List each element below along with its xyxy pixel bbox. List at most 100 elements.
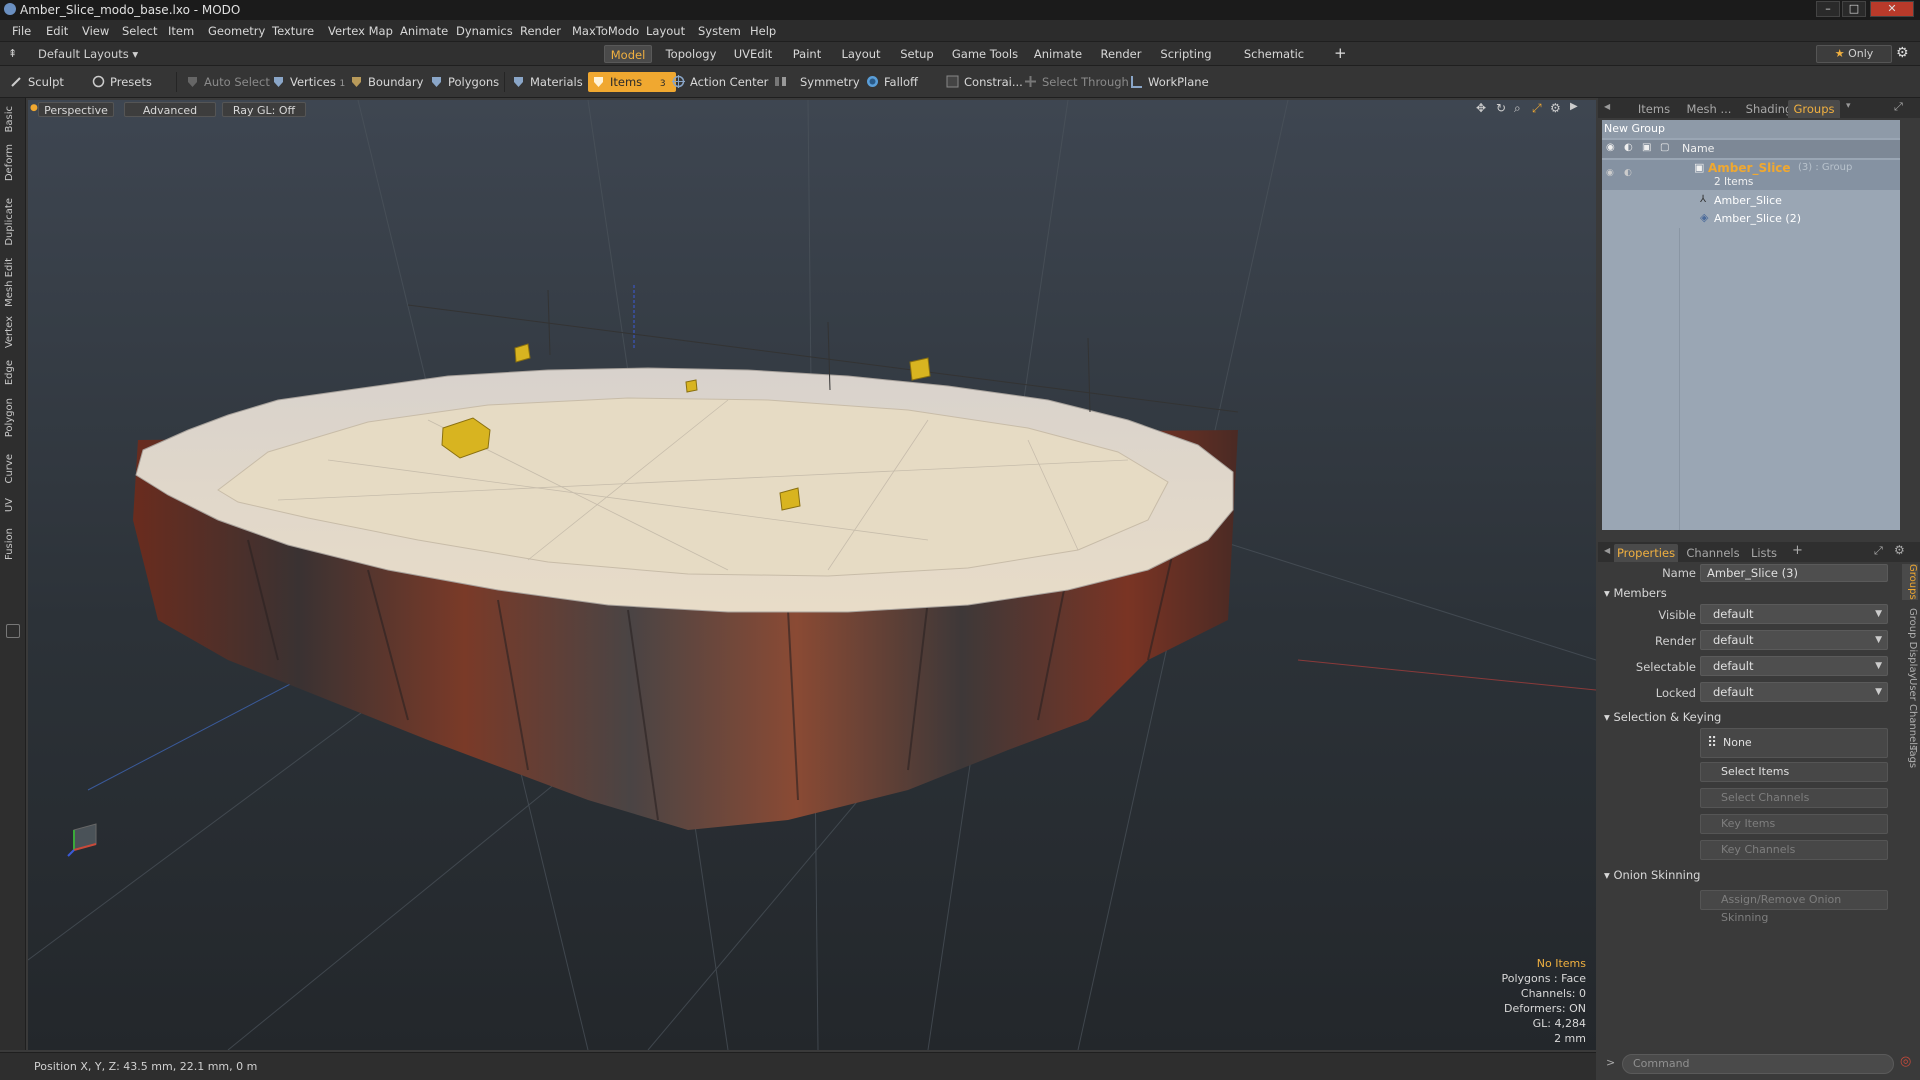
group-row-amber-slice[interactable]: ◉ ◐ ▣ Amber_Slice (3) : Group 2 Items [1602, 160, 1900, 190]
maximize-button[interactable]: □ [1842, 1, 1866, 17]
menu-maxtomodo[interactable]: MaxToModo [572, 24, 639, 38]
falloff-button[interactable]: Falloff [866, 72, 918, 92]
default-layouts-dropdown[interactable]: Default Layouts ▾ [38, 47, 138, 61]
left-tab-mesh-edit[interactable]: Mesh Edit [4, 258, 20, 307]
panel-settings-icon[interactable]: ⚙ [1894, 543, 1905, 557]
tab-dropdown-icon[interactable]: ▾ [1846, 101, 1851, 111]
assign-onion-skinning-button[interactable]: Assign/Remove Onion Skinning [1700, 890, 1888, 924]
polygons-button[interactable]: Polygons [430, 72, 499, 92]
minimize-button[interactable]: – [1816, 1, 1840, 17]
lock-icon[interactable]: ▣ [1642, 142, 1651, 153]
shading-style-button[interactable]: Advanced [124, 102, 216, 117]
3d-viewport[interactable]: ● Perspective Advanced Ray GL: Off ✥ ↻ ⌕… [28, 100, 1596, 1050]
gear-icon[interactable]: ⚙ [1896, 45, 1909, 61]
tab-mesh[interactable]: Mesh ... [1682, 100, 1736, 118]
panel-menu-icon[interactable]: ◀ [1604, 102, 1610, 111]
tab-model[interactable]: Model [604, 45, 652, 63]
tab-uvedit[interactable]: UVEdit [728, 45, 778, 63]
key-channels-button[interactable]: Key Channels [1700, 840, 1888, 860]
sculpt-button[interactable]: Sculpt [10, 72, 64, 92]
select-icon[interactable]: ▢ [1660, 142, 1669, 153]
render-icon[interactable]: ◐ [1624, 142, 1633, 153]
tab-scripting[interactable]: Scripting [1154, 45, 1218, 63]
menu-help[interactable]: Help [750, 24, 776, 38]
side-tab-tags[interactable]: Tags [1902, 746, 1918, 768]
panel-expand-icon[interactable]: ⤢ [1894, 100, 1903, 114]
menu-select[interactable]: Select [122, 24, 157, 38]
fit-icon[interactable]: ⤢ [1532, 101, 1542, 116]
raygl-button[interactable]: Ray GL: Off [222, 102, 306, 117]
name-input[interactable]: Amber_Slice (3) [1700, 564, 1888, 582]
tab-groups[interactable]: Groups [1788, 100, 1840, 118]
presets-button[interactable]: Presets [92, 72, 152, 92]
menu-file[interactable]: File [12, 24, 31, 38]
constrain-button[interactable]: Constrai... [946, 72, 1023, 92]
none-button[interactable]: ⠿ None [1700, 728, 1888, 758]
menu-layout[interactable]: Layout [646, 24, 685, 38]
tab-layout[interactable]: Layout [836, 45, 886, 63]
group-visibility-icon[interactable]: ◉ [1606, 168, 1614, 178]
panel-menu-icon[interactable]: ◀ [1604, 546, 1610, 555]
tab-paint[interactable]: Paint [784, 45, 830, 63]
left-tab-polygon[interactable]: Polygon [4, 398, 20, 437]
side-tab-groups[interactable]: Groups [1902, 564, 1918, 600]
menu-view[interactable]: View [82, 24, 109, 38]
rotate-icon[interactable]: ↻ [1496, 101, 1506, 115]
left-tab-curve[interactable]: Curve [4, 454, 20, 484]
visible-dropdown[interactable]: default ▼ [1700, 604, 1888, 624]
menu-animate[interactable]: Animate [400, 24, 448, 38]
tab-topology[interactable]: Topology [660, 45, 722, 63]
zoom-icon[interactable]: ⌕ [1514, 101, 1521, 116]
key-items-button[interactable]: Key Items [1700, 814, 1888, 834]
workplane-button[interactable]: WorkPlane [1130, 72, 1209, 92]
viewport-menu-icon[interactable]: ● [30, 103, 38, 113]
tab-animate[interactable]: Animate [1028, 45, 1088, 63]
render-dropdown[interactable]: default ▼ [1700, 630, 1888, 650]
tab-setup[interactable]: Setup [892, 45, 942, 63]
members-section[interactable]: ▾ Members [1604, 586, 1667, 600]
tab-items[interactable]: Items [1630, 100, 1678, 118]
side-tab-user-channels[interactable]: User Channels [1902, 678, 1918, 750]
locked-dropdown[interactable]: default ▼ [1700, 682, 1888, 702]
menu-dynamics[interactable]: Dynamics [456, 24, 513, 38]
left-tab-fusion[interactable]: Fusion [4, 528, 20, 560]
add-tab-icon[interactable]: + [1792, 543, 1803, 558]
viewport-expand-icon[interactable]: ▶ [1570, 101, 1578, 112]
selectable-dropdown[interactable]: default ▼ [1700, 656, 1888, 676]
tab-properties[interactable]: Properties [1614, 544, 1678, 562]
left-tab-deform[interactable]: Deform [4, 144, 20, 181]
command-input[interactable]: Command [1622, 1054, 1894, 1074]
add-tab-icon[interactable]: + [1334, 44, 1347, 62]
boundary-button[interactable]: Boundary [350, 72, 423, 92]
tab-lists[interactable]: Lists [1744, 544, 1784, 562]
panel-expand-icon[interactable]: ⤢ [1874, 544, 1883, 558]
left-tab-edge[interactable]: Edge [4, 360, 20, 385]
menu-render[interactable]: Render [520, 24, 561, 38]
perspective-view-button[interactable]: Perspective [38, 102, 114, 117]
menu-system[interactable]: System [698, 24, 741, 38]
materials-button[interactable]: Materials [512, 72, 583, 92]
left-tab-vertex[interactable]: Vertex [4, 316, 20, 348]
left-tab-basic[interactable]: Basic [4, 106, 20, 132]
menu-edit[interactable]: Edit [46, 24, 68, 38]
tab-game-tools[interactable]: Game Tools [948, 45, 1022, 63]
selection-keying-section[interactable]: ▾ Selection & Keying [1604, 710, 1721, 724]
select-items-button[interactable]: Select Items [1700, 762, 1888, 782]
side-tab-group-display[interactable]: Group Display [1902, 608, 1918, 678]
menu-item[interactable]: Item [168, 24, 194, 38]
group-child-row[interactable]: ⅄ Amber_Slice [1602, 192, 1900, 210]
select-channels-button[interactable]: Select Channels [1700, 788, 1888, 808]
tab-channels[interactable]: Channels [1684, 544, 1742, 562]
tab-schematic-fusion[interactable]: Schematic Fusion [1224, 45, 1324, 79]
record-icon[interactable]: ◎ [1900, 1054, 1911, 1069]
new-group-button[interactable]: New Group [1604, 122, 1665, 135]
panel-toggle-icon[interactable] [6, 624, 20, 638]
layout-toggle-icon[interactable]: ⇞ [8, 47, 17, 60]
menu-texture[interactable]: Texture [272, 24, 314, 38]
pan-icon[interactable]: ✥ [1476, 101, 1486, 115]
close-button[interactable]: ✕ [1870, 1, 1914, 17]
vertices-button[interactable]: Vertices 1 [272, 72, 345, 92]
group-child-row[interactable]: ◈ Amber_Slice (2) [1602, 210, 1900, 228]
symmetry-button[interactable]: Symmetry [774, 72, 860, 92]
action-center-button[interactable]: Action Center [672, 72, 768, 92]
